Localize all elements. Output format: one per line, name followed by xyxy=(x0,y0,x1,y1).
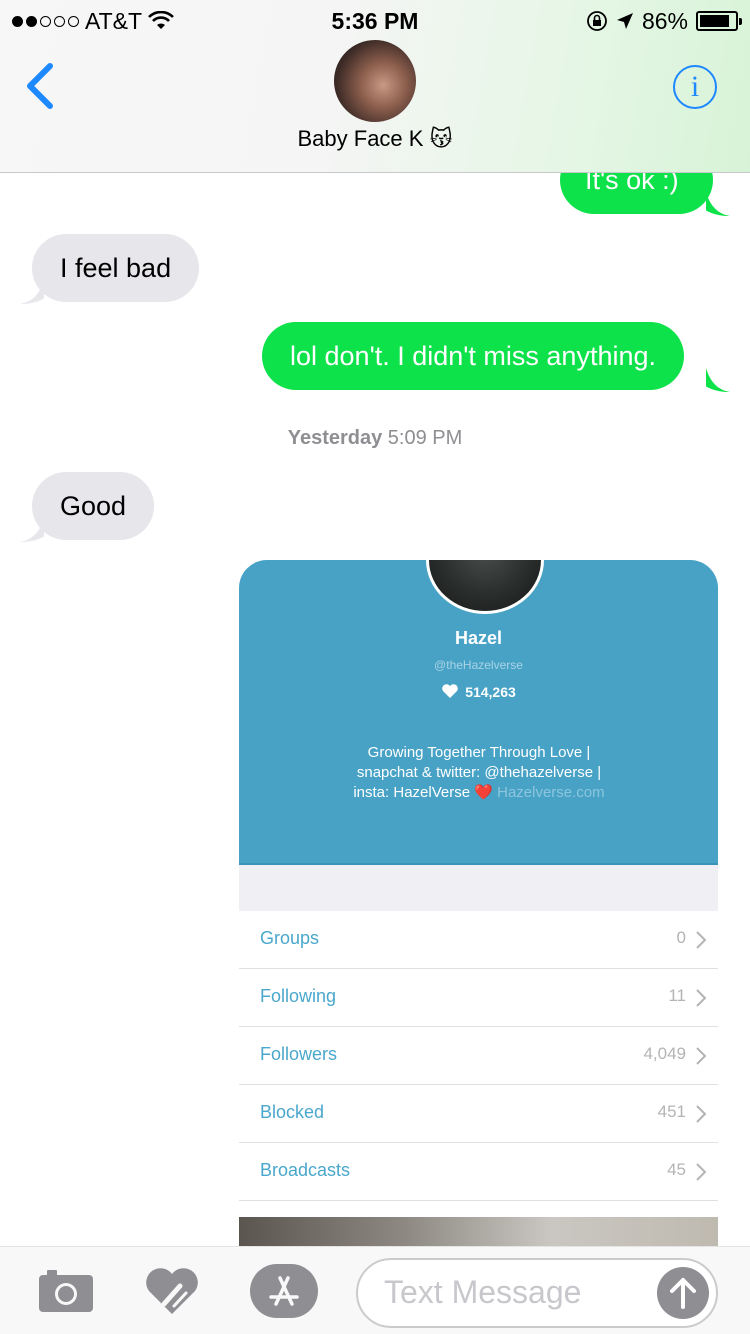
chevron-right-icon xyxy=(696,931,707,949)
bio-line: insta: HazelVerse ❤️ Hazelverse.com xyxy=(309,783,649,803)
likes-count: 514,263 xyxy=(465,684,516,700)
bio-heart-emoji: ❤️ xyxy=(474,784,493,801)
row-label: Followers xyxy=(260,1044,338,1064)
chevron-right-icon xyxy=(696,1047,707,1065)
row-count: 451 xyxy=(657,1102,686,1121)
message-input-bar: Text Message xyxy=(0,1246,750,1334)
next-image-peek[interactable] xyxy=(239,1217,718,1246)
message-received[interactable]: Good xyxy=(32,472,155,540)
digital-touch-icon[interactable] xyxy=(144,1266,200,1316)
profile-row-following: Following 11 xyxy=(239,969,718,1027)
message-timestamp: Yesterday 5:09 PM xyxy=(0,427,750,450)
rotation-lock-icon xyxy=(587,11,607,31)
bio-link: Hazelverse.com xyxy=(497,784,605,801)
row-count: 45 xyxy=(667,1160,686,1179)
row-count: 4,049 xyxy=(643,1044,686,1063)
camera-icon[interactable] xyxy=(38,1269,94,1313)
message-input[interactable]: Text Message xyxy=(356,1258,718,1328)
info-button[interactable]: i xyxy=(673,65,717,109)
profile-row-broadcasts: Broadcasts 45 xyxy=(239,1143,718,1201)
app-store-button[interactable] xyxy=(250,1264,318,1318)
status-right: 86% xyxy=(586,7,742,34)
bio-line: snapchat & twitter: @thehazelverse | xyxy=(356,764,602,781)
chevron-right-icon xyxy=(696,1163,707,1181)
row-label: Broadcasts xyxy=(260,1160,351,1180)
row-count: 11 xyxy=(668,986,686,1005)
bubble-tail xyxy=(20,280,44,304)
conversation-header: AT&T 5:36 PM 86% Baby Face K 😽 i xyxy=(0,0,750,173)
send-button[interactable] xyxy=(657,1267,709,1319)
heart-icon xyxy=(442,684,458,698)
chevron-right-icon xyxy=(696,989,707,1007)
message-placeholder: Text Message xyxy=(384,1274,582,1310)
row-label: Blocked xyxy=(260,1102,325,1122)
timestamp-time: 5:09 PM xyxy=(387,427,463,449)
row-label: Following xyxy=(260,986,337,1006)
contact-name[interactable]: Baby Face K 😽 xyxy=(0,126,750,152)
bubble-tail xyxy=(706,192,730,216)
battery-percent: 86% xyxy=(641,7,688,34)
profile-name: Hazel xyxy=(454,628,503,648)
profile-header: Hazel @theHazelverse 514,263 Growing Tog… xyxy=(239,560,718,865)
profile-row-blocked: Blocked 451 xyxy=(239,1085,718,1143)
contact-avatar[interactable] xyxy=(334,40,416,122)
chevron-right-icon xyxy=(696,1105,707,1123)
send-arrow-icon xyxy=(670,1278,696,1309)
battery-icon xyxy=(696,11,742,31)
row-label: Groups xyxy=(260,928,320,948)
bubble-tail xyxy=(20,518,44,542)
profile-row-followers: Followers 4,049 xyxy=(239,1027,718,1085)
profile-handle: @theHazelverse xyxy=(434,658,523,672)
back-chevron-icon[interactable] xyxy=(22,62,56,110)
profile-likes: 514,263 xyxy=(239,683,718,700)
profile-avatar xyxy=(426,560,544,614)
message-received[interactable]: I feel bad xyxy=(32,234,200,302)
bubble-tail xyxy=(706,368,730,392)
bio-line: Growing Together Through Love | xyxy=(367,744,591,761)
app-store-icon xyxy=(269,1276,299,1306)
shared-screenshot-card[interactable]: Hazel @theHazelverse 514,263 Growing Tog… xyxy=(239,560,718,1246)
section-divider xyxy=(239,865,718,911)
timestamp-day: Yesterday xyxy=(287,427,383,449)
message-sent[interactable]: lol don't. I didn't miss anything. xyxy=(262,322,685,390)
profile-bio: Growing Together Through Love | snapchat… xyxy=(309,743,649,803)
bio-text: insta: HazelVerse xyxy=(353,784,471,801)
row-count: 0 xyxy=(676,928,686,947)
location-arrow-icon xyxy=(616,13,633,29)
profile-row-groups: Groups 0 xyxy=(239,911,718,969)
